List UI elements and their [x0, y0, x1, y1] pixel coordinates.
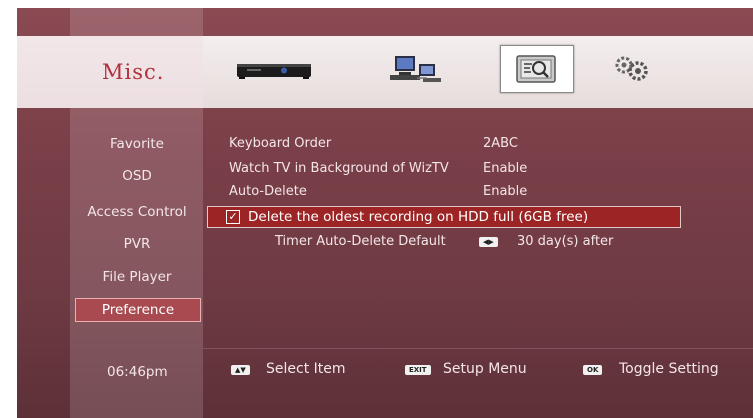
setting-value-timer-auto-delete: 30 day(s) after — [517, 234, 614, 249]
left-right-arrows-icon: ◀▶ — [479, 237, 498, 247]
up-down-arrows-icon: ▲▼ — [231, 365, 250, 375]
setting-value-watch-tv: Enable — [483, 161, 528, 176]
network-computers-icon[interactable] — [387, 52, 445, 86]
footer-toggle-setting: Toggle Setting — [619, 361, 719, 377]
settopbox-icon[interactable] — [235, 58, 313, 84]
setting-label-keyboard-order[interactable]: Keyboard Order — [229, 136, 331, 151]
sidebar-item-access-control[interactable]: Access Control — [75, 204, 199, 220]
setting-label-auto-delete[interactable]: Auto-Delete — [229, 184, 307, 199]
setting-value-keyboard-order: 2ABC — [483, 136, 518, 151]
sidebar-item-preference[interactable]: Preference — [75, 298, 201, 322]
sidebar-item-osd[interactable]: OSD — [75, 168, 199, 184]
settings-panel-icon[interactable] — [500, 45, 574, 93]
clock: 06:46pm — [107, 364, 168, 380]
footer-divider — [203, 348, 753, 349]
sidebar-item-favorite[interactable]: Favorite — [75, 136, 199, 152]
footer-select-item: Select Item — [266, 361, 346, 377]
gears-icon[interactable] — [607, 52, 655, 84]
setting-value-auto-delete: Enable — [483, 184, 528, 199]
sidebar-item-pvr[interactable]: PVR — [75, 236, 199, 252]
page-title: Misc. — [102, 60, 165, 84]
sidebar-item-file-player[interactable]: File Player — [75, 269, 199, 285]
footer-setup-menu: Setup Menu — [443, 361, 527, 377]
setting-label-watch-tv[interactable]: Watch TV in Background of WizTV — [229, 161, 449, 176]
setting-label-timer-auto-delete[interactable]: Timer Auto-Delete Default — [275, 234, 446, 249]
ok-key-icon: OK — [583, 365, 603, 375]
delete-oldest-row[interactable]: ✓ Delete the oldest recording on HDD ful… — [207, 206, 681, 228]
checkbox-delete-oldest[interactable]: ✓ — [226, 210, 240, 224]
setup-screen: Misc. Favorite OSD Access Control PVR Fi… — [17, 8, 753, 418]
setting-label-delete-oldest: Delete the oldest recording on HDD full … — [248, 209, 589, 225]
exit-key-icon: EXIT — [405, 365, 431, 375]
